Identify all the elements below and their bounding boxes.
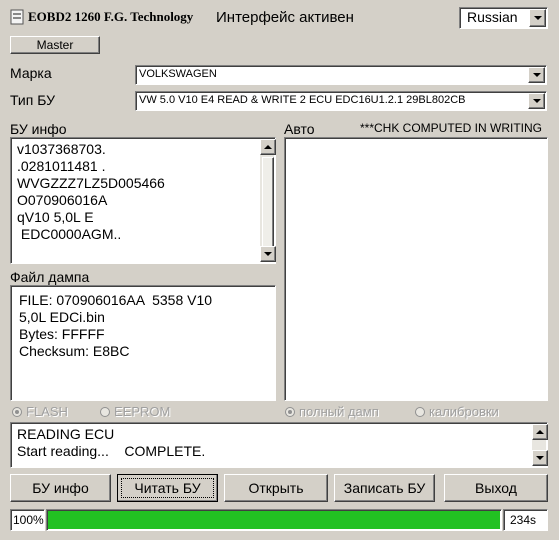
brand-label: Марка [10, 65, 52, 81]
radio-selected-icon [12, 406, 22, 417]
radio-eeprom[interactable]: EEPROM [100, 404, 170, 419]
checksum-note: ***CHK COMPUTED IN WRITING [360, 121, 543, 135]
log-textarea[interactable]: READING ECU Start reading... COMPLETE. [10, 422, 548, 468]
ecu-type-value: VW 5.0 V10 E4 READ & WRITE 2 ECU EDC16U1… [139, 94, 466, 106]
ecu-type-label: Тип БУ [10, 92, 55, 108]
progress-percent: 100% [10, 509, 45, 531]
scroll-down-icon[interactable] [532, 450, 548, 466]
scroll-up-icon[interactable] [532, 424, 548, 440]
dump-line: Checksum: E8BC [19, 343, 130, 359]
dump-line: Bytes: FFFFF [19, 326, 105, 342]
ecu-info-line: WVGZZZ7LZ5D005466 [17, 175, 165, 191]
ecu-info-line: v1037368703. [17, 141, 106, 157]
ecu-info-line: O070906016A [17, 192, 108, 208]
chevron-down-icon[interactable] [528, 67, 545, 83]
brand-select[interactable]: VOLKSWAGEN [135, 65, 547, 85]
master-button[interactable]: Master [10, 36, 100, 54]
language-value: Russian [467, 9, 518, 25]
chevron-down-icon[interactable] [529, 9, 546, 27]
scroll-thumb[interactable] [262, 157, 274, 249]
elapsed-time-label: 234s [510, 513, 537, 527]
write-ecu-button[interactable]: Записать БУ [334, 474, 435, 502]
radio-eeprom-label: EEPROM [114, 404, 171, 419]
radio-full-dump-label: полный дамп [299, 404, 379, 419]
brand-value: VOLKSWAGEN [139, 68, 217, 80]
ecu-info-line: .0281011481 . [17, 158, 106, 174]
radio-calibration[interactable]: калибровки [415, 404, 499, 419]
exit-button[interactable]: Выход [444, 474, 548, 502]
language-select[interactable]: Russian [459, 7, 548, 29]
progress-bar [46, 509, 502, 531]
chevron-down-icon[interactable] [528, 93, 545, 109]
ecu-info-label: БУ инфо [10, 121, 67, 137]
radio-flash-label: FLASH [26, 404, 68, 419]
radio-flash[interactable]: FLASH [12, 404, 68, 419]
read-ecu-button[interactable]: Читать БУ [117, 474, 218, 502]
ecu-info-line: EDC0000AGM.. [17, 226, 122, 242]
progress-percent-label: 100% [13, 513, 44, 527]
log-line: READING ECU [17, 426, 115, 442]
radio-selected-icon [285, 406, 295, 417]
dump-line: FILE: 070906016AA 5358 V10 [19, 292, 213, 308]
ecu-info-textarea[interactable]: v1037368703. .0281011481 . WVGZZZ7LZ5D00… [10, 137, 276, 264]
log-scrollbar[interactable] [532, 424, 548, 466]
ecu-info-line: qV10 5,0L E [17, 209, 94, 225]
ecu-info-button[interactable]: БУ инфо [10, 474, 111, 502]
elapsed-time: 234s [503, 509, 548, 531]
dump-file-label: Файл дампа [10, 269, 90, 285]
auto-textarea[interactable] [284, 137, 548, 401]
log-line: Start reading... COMPLETE. [17, 443, 206, 459]
app-title: EOBD2 1260 F.G. Technology [28, 9, 194, 24]
ecu-info-scrollbar[interactable] [260, 139, 276, 262]
radio-calibration-label: калибровки [429, 404, 499, 419]
ecu-type-select[interactable]: VW 5.0 V10 E4 READ & WRITE 2 ECU EDC16U1… [135, 91, 547, 111]
progress-fill [48, 511, 500, 529]
dump-line: 5,0L EDCi.bin [19, 309, 105, 325]
dump-file-textarea[interactable]: FILE: 070906016AA 5358 V10 5,0L EDCi.bin… [10, 285, 276, 401]
scroll-up-icon[interactable] [260, 139, 276, 155]
auto-label: Авто [284, 121, 315, 137]
radio-full-dump[interactable]: полный дамп [285, 404, 379, 419]
app-logo-icon [10, 9, 24, 25]
scroll-down-icon[interactable] [260, 246, 276, 262]
open-button[interactable]: Открыть [224, 474, 328, 502]
radio-empty-icon [415, 406, 425, 417]
radio-empty-icon [100, 406, 110, 417]
interface-status: Интерфейс активен [216, 9, 354, 26]
